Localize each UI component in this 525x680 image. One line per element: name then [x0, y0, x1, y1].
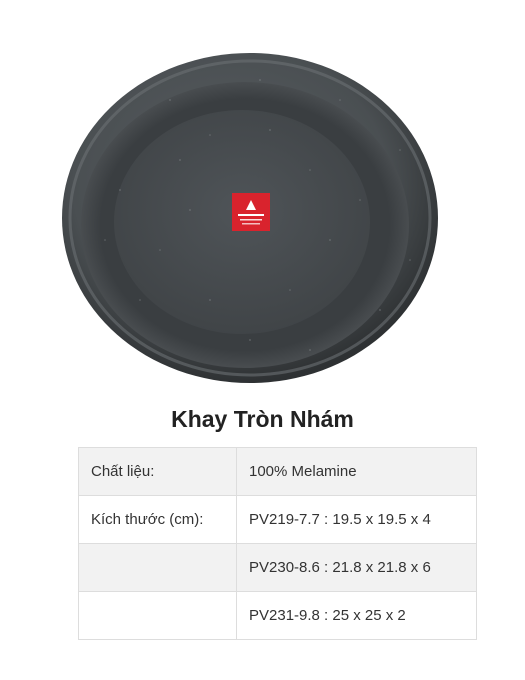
spec-value: PV230-8.6 : 21.8 x 21.8 x 6: [236, 543, 477, 592]
spec-value: PV219-7.7 : 19.5 x 19.5 x 4: [236, 495, 477, 544]
spec-label: [78, 591, 237, 640]
spec-value: PV231-9.8 : 25 x 25 x 2: [236, 591, 477, 640]
table-row: PV231-9.8 : 25 x 25 x 2: [78, 591, 477, 640]
spec-label: Kích thước (cm):: [78, 495, 237, 544]
spec-label: Chất liệu:: [78, 447, 237, 496]
table-row: Kích thước (cm): PV219-7.7 : 19.5 x 19.5…: [78, 495, 477, 544]
spec-label: [78, 543, 237, 592]
table-row: Chất liệu: 100% Melamine: [78, 447, 477, 496]
spec-table: Chất liệu: 100% Melamine Kích thước (cm)…: [78, 447, 477, 640]
table-row: PV230-8.6 : 21.8 x 21.8 x 6: [78, 543, 477, 592]
product-image: [60, 40, 460, 390]
product-title: Khay Tròn Nhám: [171, 406, 354, 432]
spec-value: 100% Melamine: [236, 447, 477, 496]
brand-badge: [232, 193, 270, 231]
